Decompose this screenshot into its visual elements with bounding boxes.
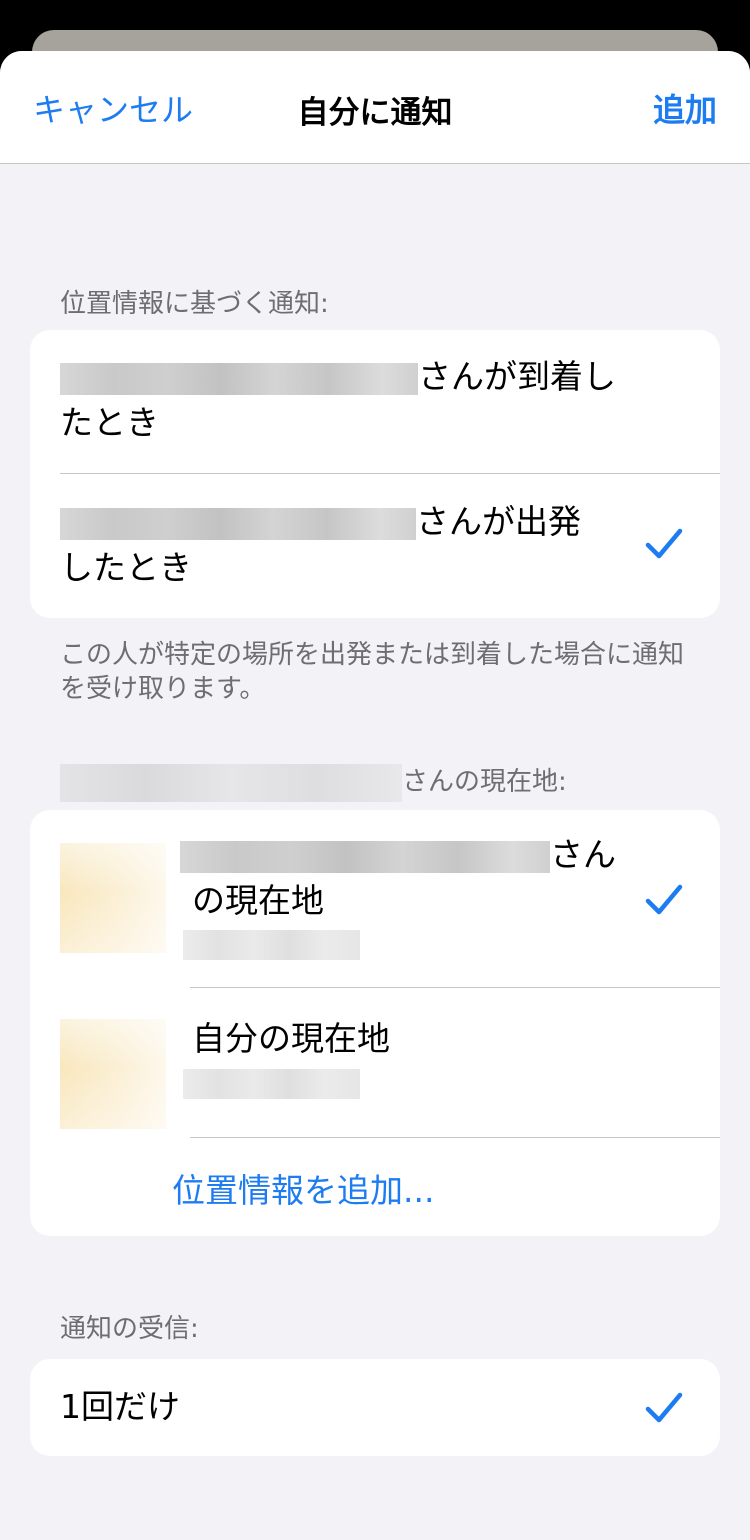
current-location-group: さん の現在地 自分の現在地 位置情報を追加... <box>30 810 720 1236</box>
location-notify-header: 位置情報に基づく通知: <box>60 289 329 319</box>
add-location-link[interactable]: 位置情報を追加... <box>172 1164 434 1212</box>
location-item-self-title: 自分の現在地 <box>192 1019 390 1058</box>
current-location-header: さんの現在地: <box>60 761 567 802</box>
receive-header: 通知の受信: <box>60 1314 199 1344</box>
option-leaves-label-line2: したとき <box>60 548 192 587</box>
location-item-person-line2: の現在地 <box>192 881 324 920</box>
checkmark-icon <box>645 1392 683 1423</box>
option-leaves-label-line1: さんが出発 <box>416 502 581 541</box>
location-notify-footer: この人が特定の場所を出発または到着した場合に通知を受け取ります。 <box>60 640 685 704</box>
redacted-address <box>183 930 360 960</box>
checkmark-icon <box>645 884 683 915</box>
notify-me-sheet: キャンセル 自分に通知 追加 位置情報に基づく通知: さんが到着し たとき さん… <box>0 51 750 1540</box>
redacted-name <box>60 362 418 395</box>
location-item-person-line1: さん <box>550 835 616 874</box>
location-item-self[interactable]: 自分の現在地 <box>30 988 720 1137</box>
location-thumbnail <box>60 1019 166 1129</box>
page-title: 自分に通知 <box>297 95 453 131</box>
add-location-row[interactable]: 位置情報を追加... <box>30 1138 720 1236</box>
receive-once-label: 1回だけ <box>60 1387 180 1426</box>
receive-group: 1回だけ <box>30 1359 720 1456</box>
redacted-name <box>60 763 402 802</box>
option-arrives-label-line1: さんが到着し <box>418 357 616 396</box>
redacted-address <box>183 1069 360 1099</box>
redacted-name <box>60 507 416 540</box>
location-item-person[interactable]: さん の現在地 <box>30 810 720 987</box>
location-notify-group: さんが到着し たとき さんが出発 したとき <box>30 330 720 618</box>
current-location-header-label: さんの現在地: <box>402 767 567 797</box>
checkmark-icon <box>645 528 683 559</box>
option-arrives[interactable]: さんが到着し たとき <box>30 330 720 473</box>
option-arrives-label-line2: たとき <box>60 403 159 442</box>
navigation-bar: キャンセル 自分に通知 追加 <box>0 51 750 164</box>
redacted-name <box>180 840 550 873</box>
add-button[interactable]: 追加 <box>653 85 717 131</box>
option-leaves[interactable]: さんが出発 したとき <box>30 474 720 618</box>
location-thumbnail <box>60 843 166 953</box>
receive-once-option[interactable]: 1回だけ <box>30 1359 720 1456</box>
